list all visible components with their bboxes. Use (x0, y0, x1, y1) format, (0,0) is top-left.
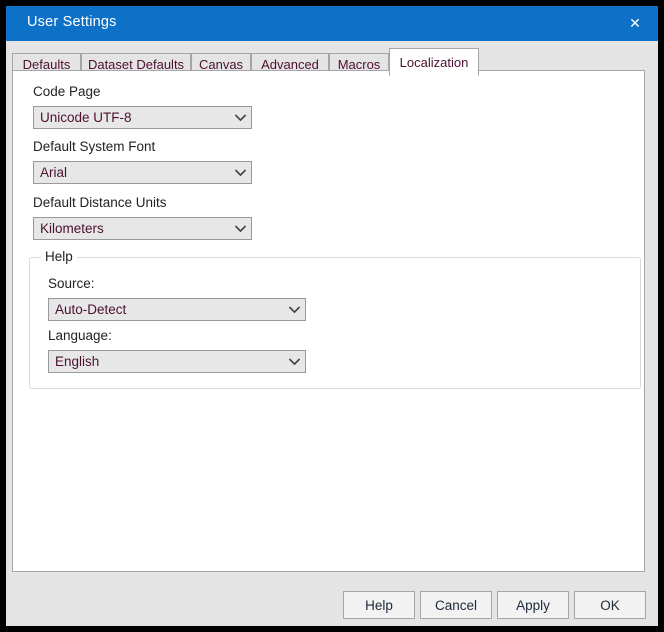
apply-button[interactable]: Apply (497, 591, 569, 619)
label-language: Language: (48, 328, 112, 343)
combobox-language[interactable]: English (48, 350, 306, 373)
tab-localization[interactable]: Localization (389, 48, 479, 76)
combobox-value: English (55, 354, 100, 369)
titlebar: User Settings ✕ (6, 6, 658, 41)
cancel-button[interactable]: Cancel (420, 591, 492, 619)
user-settings-dialog: User Settings ✕ Defaults Dataset Defaults… (6, 6, 658, 626)
combobox-value: Auto-Detect (55, 302, 127, 317)
button-label: OK (600, 597, 620, 613)
tab-label: Localization (399, 54, 469, 70)
help-groupbox-title: Help (41, 249, 77, 264)
combobox-value: Kilometers (40, 221, 104, 236)
combobox-value: Arial (40, 165, 68, 180)
combobox-code-page[interactable]: Unicode UTF-8 (33, 106, 252, 129)
combobox-source[interactable]: Auto-Detect (48, 298, 306, 321)
ok-button[interactable]: OK (574, 591, 646, 619)
chevron-down-icon (229, 113, 251, 122)
label-default-distance-units: Default Distance Units (33, 195, 167, 210)
label-default-system-font: Default System Font (33, 139, 156, 154)
combobox-default-system-font[interactable]: Arial (33, 161, 252, 184)
chevron-down-icon (283, 305, 305, 314)
label-source: Source: (48, 276, 95, 291)
combobox-value: Unicode UTF-8 (40, 110, 132, 125)
label-code-page: Code Page (33, 84, 101, 99)
button-label: Help (365, 597, 393, 613)
help-button[interactable]: Help (343, 591, 415, 619)
close-icon: ✕ (629, 15, 641, 32)
chevron-down-icon (283, 357, 305, 366)
close-button[interactable]: ✕ (612, 6, 658, 41)
dialog-footer: Help Cancel Apply OK (6, 572, 658, 626)
tab-panel-localization: Help Source: Auto-Detect Language: English … (12, 70, 645, 572)
combobox-default-distance-units[interactable]: Kilometers (33, 217, 252, 240)
button-label: Apply (516, 597, 550, 613)
chevron-down-icon (229, 224, 251, 233)
chevron-down-icon (229, 168, 251, 177)
help-groupbox: Help Source: Auto-Detect Language: English (29, 249, 641, 389)
button-label: Cancel (434, 597, 478, 613)
window-title: User Settings (27, 14, 117, 30)
